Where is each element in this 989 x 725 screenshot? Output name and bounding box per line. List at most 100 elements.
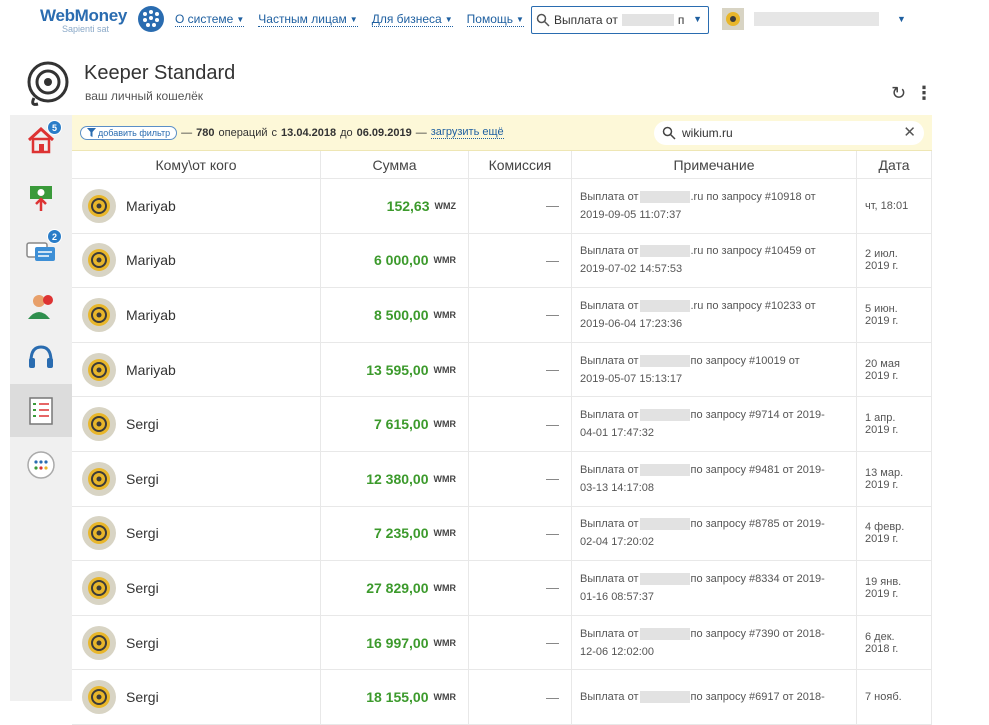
currency-code: WMR (433, 582, 457, 593)
counterparty-cell: Mariyab (72, 288, 321, 342)
search-icon (662, 126, 676, 140)
sidebar-item-contacts[interactable] (10, 281, 72, 331)
close-icon[interactable]: ✕ (903, 123, 916, 141)
amount-value: 16 997,00 (366, 634, 429, 651)
redacted-text (639, 190, 690, 203)
menu-help[interactable]: Помощь ▼ (466, 12, 524, 27)
avatar (82, 352, 116, 387)
chevron-down-icon: ▼ (349, 14, 358, 24)
search-text-prefix: Выплата от (554, 13, 618, 27)
date-cell: 20 мая 2019 г. (857, 342, 932, 397)
counterparty-name[interactable]: Mariyab (126, 198, 176, 214)
operations-word: операций (218, 126, 268, 139)
note-cell: Выплата от .ru по запросу #10459 от 2019-… (572, 233, 857, 288)
avatar (82, 516, 116, 551)
keeper-avatar-icon (88, 522, 110, 545)
note-cell: Выплата от по запросу #9714 от 2019- 04-0… (572, 397, 857, 451)
search-icon (536, 13, 550, 27)
table-row[interactable]: Mariyab 8 500,00 WMR — Выплата от .ru по … (72, 288, 932, 343)
col-header-note[interactable]: Примечание (572, 151, 857, 178)
note-timestamp: 03-13 14:17:08 (580, 481, 655, 494)
table-row[interactable]: Mariyab 6 000,00 WMR — Выплата от .ru по … (72, 233, 932, 289)
menu-personal[interactable]: Частным лицам ▼ (258, 12, 358, 27)
date-line-1: 20 мая (865, 357, 900, 370)
from-word: с (271, 126, 278, 139)
counterparty-name[interactable]: Mariyab (126, 307, 176, 323)
redacted-text (639, 409, 690, 422)
date-line-2: 2018 г. (865, 642, 899, 655)
date-line-1: 5 июн. (865, 302, 898, 315)
table-row[interactable]: Sergi 18 155,00 WMR — Выплата от по запро… (72, 670, 932, 725)
sidebar-item-messages[interactable]: 2 (10, 227, 72, 277)
note-prefix: Выплата от (580, 518, 639, 531)
amount-cell: 7 615,00 WMR (321, 397, 469, 451)
keeper-avatar-icon (88, 413, 110, 436)
more-options-icon[interactable]: ⋮ (915, 83, 933, 104)
sidebar-item-home[interactable]: 5 (10, 115, 72, 165)
avatar (82, 461, 116, 496)
sidebar-item-apps[interactable] (10, 440, 72, 490)
col-header-fee[interactable]: Комиссия (469, 151, 572, 178)
note-cell: Выплата от по запросу #8334 от 2019- 01-1… (572, 561, 857, 615)
amount-value: 18 155,00 (366, 689, 429, 706)
global-search-input[interactable]: Выплата от п ▼ (531, 6, 709, 34)
table-row[interactable]: Sergi 16 997,00 WMR — Выплата от по запро… (72, 615, 932, 671)
table-row[interactable]: Sergi 7 235,00 WMR — Выплата от по запрос… (72, 506, 932, 562)
filter-dash-2: — (415, 126, 427, 139)
chevron-down-icon[interactable]: ▼ (897, 14, 906, 24)
date-line-2: 2019 г. (865, 587, 899, 600)
chevron-down-icon: ▼ (444, 14, 453, 24)
counterparty-cell: Mariyab (72, 179, 321, 233)
counterparty-cell: Mariyab (72, 233, 321, 288)
operations-search-input[interactable]: wikium.ru ✕ (654, 121, 924, 145)
sidebar-item-transfer[interactable] (10, 173, 72, 223)
add-filter-button[interactable]: добавить фильтр (80, 125, 178, 140)
table-row[interactable]: Sergi 12 380,00 WMR — Выплата от по запро… (72, 451, 932, 507)
date-line-2: 2019 г. (865, 260, 899, 273)
redacted-text (639, 691, 690, 704)
note-timestamp: 2019-05-07 15:13:17 (580, 372, 683, 385)
amount-value: 6 000,00 (374, 252, 429, 269)
webmoney-logo[interactable]: WebMoney Sapienti sat (40, 6, 127, 34)
counterparty-cell: Sergi (72, 561, 321, 615)
counterparty-name[interactable]: Sergi (126, 689, 159, 705)
note-prefix: Выплата от (580, 627, 639, 640)
redacted-text (621, 14, 674, 26)
refresh-icon[interactable]: ↻ (891, 83, 906, 104)
counterparty-cell: Sergi (72, 397, 321, 451)
table-row[interactable]: Mariyab 13 595,00 WMR — Выплата от по зап… (72, 342, 932, 398)
sidebar-item-history[interactable] (10, 384, 72, 437)
webmoney-globe-icon (138, 6, 164, 32)
counterparty-name[interactable]: Mariyab (126, 362, 176, 378)
col-header-counterparty[interactable]: Кому\от кого (72, 151, 321, 178)
menu-business-label: Для бизнеса (371, 12, 442, 26)
menu-business[interactable]: Для бизнеса ▼ (371, 12, 453, 27)
note-prefix: Выплата от (580, 354, 639, 367)
user-menu[interactable]: ▼ (722, 8, 906, 30)
counterparty-name[interactable]: Mariyab (126, 252, 176, 268)
chevron-down-icon: ▼ (516, 14, 524, 24)
money-transfer-icon (30, 186, 52, 211)
counterparty-name[interactable]: Sergi (126, 471, 159, 487)
menu-about[interactable]: О системе ▼ (175, 12, 245, 27)
counterparty-name[interactable]: Sergi (126, 635, 159, 651)
amount-value: 7 615,00 (374, 416, 429, 433)
counterparty-name[interactable]: Sergi (126, 416, 159, 432)
main-menu: О системе ▼ Частным лицам ▼ Для бизнеса ▼ П… (175, 12, 524, 27)
table-row[interactable]: Mariyab 152,63 WMZ — Выплата от .ru по за… (72, 179, 932, 234)
date-cell: 13 мар. 2019 г. (857, 451, 932, 506)
counterparty-name[interactable]: Sergi (126, 580, 159, 596)
note-cell: Выплата от по запросу #6917 от 2018- (572, 670, 857, 724)
table-row[interactable]: Sergi 27 829,00 WMR — Выплата от по запро… (72, 561, 932, 616)
sidebar-item-support[interactable] (10, 333, 72, 383)
chevron-down-icon[interactable]: ▼ (693, 14, 702, 24)
notification-badge: 2 (47, 229, 62, 244)
table-row[interactable]: Sergi 7 615,00 WMR — Выплата от по запрос… (72, 397, 932, 452)
load-more-link[interactable]: загрузить ещё (430, 126, 504, 139)
keeper-avatar-icon (88, 358, 110, 381)
note-timestamp: 2019-07-02 14:57:53 (580, 263, 683, 276)
logo-text: WebMoney (40, 6, 128, 25)
col-header-date[interactable]: Дата (857, 151, 932, 178)
counterparty-name[interactable]: Sergi (126, 525, 159, 541)
col-header-amount[interactable]: Сумма (321, 151, 469, 178)
